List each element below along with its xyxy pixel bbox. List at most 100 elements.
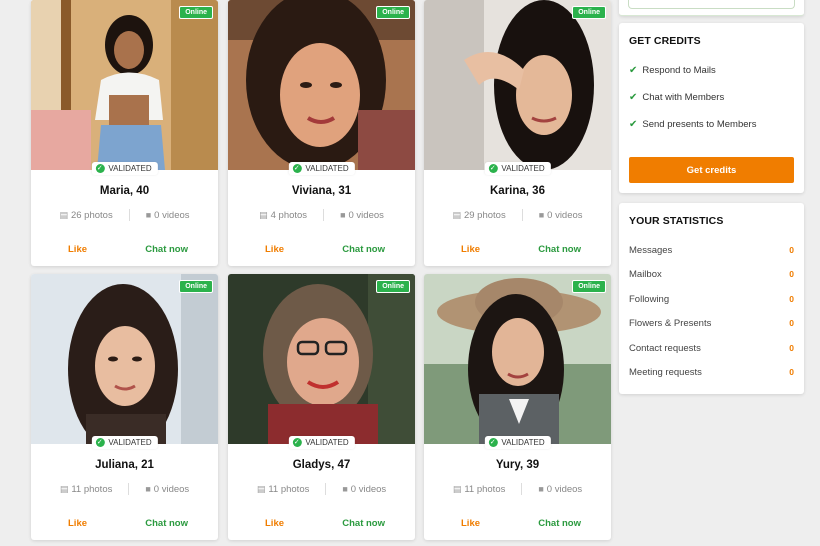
stat-label: Mailbox: [629, 269, 662, 280]
chat-now-button[interactable]: Chat now: [342, 518, 385, 529]
divider: [325, 483, 327, 495]
perk-label: Send presents to Members: [642, 119, 757, 130]
divider: [128, 483, 130, 495]
photos-count-label: 11 photos: [71, 483, 113, 495]
chat-now-button[interactable]: Chat now: [538, 518, 581, 529]
profile-name[interactable]: Viviana, 31: [228, 185, 415, 197]
chat-now-button[interactable]: Chat now: [145, 244, 188, 255]
photos-icon: ▤: [59, 483, 69, 494]
validated-label: VALIDATED: [108, 164, 152, 173]
stat-label: Flowers & Presents: [629, 318, 712, 329]
online-badge: Online: [376, 280, 410, 293]
video-camera-icon: ■: [342, 483, 348, 494]
photos-icon: ▤: [259, 209, 268, 220]
profile-actions: Like Chat now: [228, 518, 415, 529]
check-circle-icon: ✓: [488, 438, 498, 447]
like-button[interactable]: Like: [461, 244, 480, 255]
stat-row-flowers-presents[interactable]: Flowers & Presents 0: [629, 318, 794, 329]
photos-count-label: 29 photos: [463, 209, 506, 221]
chat-now-button[interactable]: Chat now: [342, 244, 385, 255]
stat-row-mailbox[interactable]: Mailbox 0: [629, 269, 794, 280]
profile-card[interactable]: Online ✓ VALIDATED Viviana, 31 ▤ 4 photos…: [228, 0, 415, 266]
profile-actions: Like Chat now: [424, 518, 611, 529]
profile-media-counts: ▤ 4 photos ■ 0 videos: [228, 209, 415, 221]
photos-icon: ▤: [59, 209, 68, 220]
profile-media-counts: ▤ 11 photos ■ 0 videos: [228, 483, 415, 495]
validated-badge: ✓ VALIDATED: [484, 436, 551, 449]
stat-value: 0: [789, 294, 794, 304]
stat-row-meeting-requests[interactable]: Meeting requests 0: [629, 367, 794, 378]
stat-value: 0: [789, 245, 794, 255]
online-badge: Online: [376, 6, 410, 19]
like-button[interactable]: Like: [265, 518, 284, 529]
profile-name[interactable]: Maria, 40: [31, 185, 218, 197]
videos-count-label: 0 videos: [154, 209, 190, 221]
like-button[interactable]: Like: [68, 518, 87, 529]
chat-now-button[interactable]: Chat now: [538, 244, 581, 255]
online-badge: Online: [179, 6, 213, 19]
like-button[interactable]: Like: [68, 244, 87, 255]
online-badge: Online: [179, 280, 213, 293]
photos-count-label: 26 photos: [70, 209, 113, 221]
profile-actions: Like Chat now: [31, 244, 218, 255]
stat-label: Messages: [629, 245, 673, 256]
sidebar-top-input[interactable]: [628, 0, 795, 9]
profile-photo[interactable]: [228, 0, 415, 170]
photos-icon: ▤: [452, 209, 461, 220]
profile-photo[interactable]: [31, 0, 218, 170]
stat-value: 0: [789, 269, 794, 279]
profile-media-counts: ▤ 11 photos ■ 0 videos: [31, 483, 218, 495]
profile-photo[interactable]: [424, 274, 611, 444]
profile-actions: Like Chat now: [424, 244, 611, 255]
divider: [521, 209, 523, 221]
check-circle-icon: ✓: [292, 438, 302, 447]
sidebar-top-panel: [619, 0, 804, 16]
validated-badge: ✓ VALIDATED: [91, 162, 158, 175]
stat-label: Meeting requests: [629, 367, 702, 378]
checkmark-icon: ✔: [629, 119, 638, 130]
like-button[interactable]: Like: [461, 518, 480, 529]
stat-row-contact-requests[interactable]: Contact requests 0: [629, 343, 794, 354]
chat-now-button[interactable]: Chat now: [145, 518, 188, 529]
photos-count-label: 11 photos: [464, 483, 506, 495]
divider: [323, 209, 325, 221]
video-camera-icon: ■: [538, 209, 545, 220]
perk-item: ✔ Respond to Mails: [629, 65, 716, 76]
photos-count: ▤ 11 photos: [453, 484, 506, 495]
profile-name[interactable]: Juliana, 21: [31, 459, 218, 471]
profile-card[interactable]: Online ✓ VALIDATED Maria, 40 ▤ 26 photos …: [31, 0, 218, 266]
like-button[interactable]: Like: [265, 244, 284, 255]
profile-card[interactable]: Online ✓ VALIDATED Karina, 36 ▤ 29 photos…: [424, 0, 611, 266]
videos-count-label: 0 videos: [350, 483, 387, 495]
profile-media-counts: ▤ 26 photos ■ 0 videos: [31, 209, 218, 221]
videos-count: ■ 0 videos: [340, 210, 384, 221]
perk-label: Respond to Mails: [642, 65, 716, 76]
get-credits-panel: GET CREDITS ✔ Respond to Mails ✔ Chat wi…: [619, 23, 804, 193]
videos-count: ■ 0 videos: [539, 210, 583, 221]
profile-card[interactable]: Online ✓ VALIDATED Yury, 39 ▤ 11 photos ■…: [424, 274, 611, 540]
profile-photo[interactable]: [424, 0, 611, 170]
perk-label: Chat with Members: [642, 92, 725, 103]
videos-count-label: 0 videos: [348, 209, 384, 221]
photos-count: ▤ 29 photos: [452, 210, 505, 221]
validated-badge: ✓ VALIDATED: [288, 162, 355, 175]
photos-icon: ▤: [452, 483, 462, 494]
profile-photo[interactable]: [31, 274, 218, 444]
profile-card[interactable]: Online ✓ VALIDATED Juliana, 21 ▤ 11 photo…: [31, 274, 218, 540]
profile-name[interactable]: Yury, 39: [424, 459, 611, 471]
profile-name[interactable]: Karina, 36: [424, 185, 611, 197]
photos-count-label: 11 photos: [268, 483, 310, 495]
videos-count: ■ 0 videos: [538, 484, 582, 495]
profile-name[interactable]: Gladys, 47: [228, 459, 415, 471]
get-credits-button[interactable]: Get credits: [629, 157, 794, 183]
videos-count: ■ 0 videos: [342, 484, 386, 495]
validated-label: VALIDATED: [501, 164, 545, 173]
stat-row-following[interactable]: Following 0: [629, 294, 794, 305]
profile-actions: Like Chat now: [228, 244, 415, 255]
profile-card[interactable]: Online ✓ VALIDATED Gladys, 47 ▤ 11 photos…: [228, 274, 415, 540]
stat-row-messages[interactable]: Messages 0: [629, 245, 794, 256]
photos-count: ▤ 11 photos: [60, 484, 113, 495]
statistics-panel: YOUR STATISTICS Messages 0 Mailbox 0 Fol…: [619, 203, 804, 394]
perk-item: ✔ Chat with Members: [629, 92, 724, 103]
profile-photo[interactable]: [228, 274, 415, 444]
